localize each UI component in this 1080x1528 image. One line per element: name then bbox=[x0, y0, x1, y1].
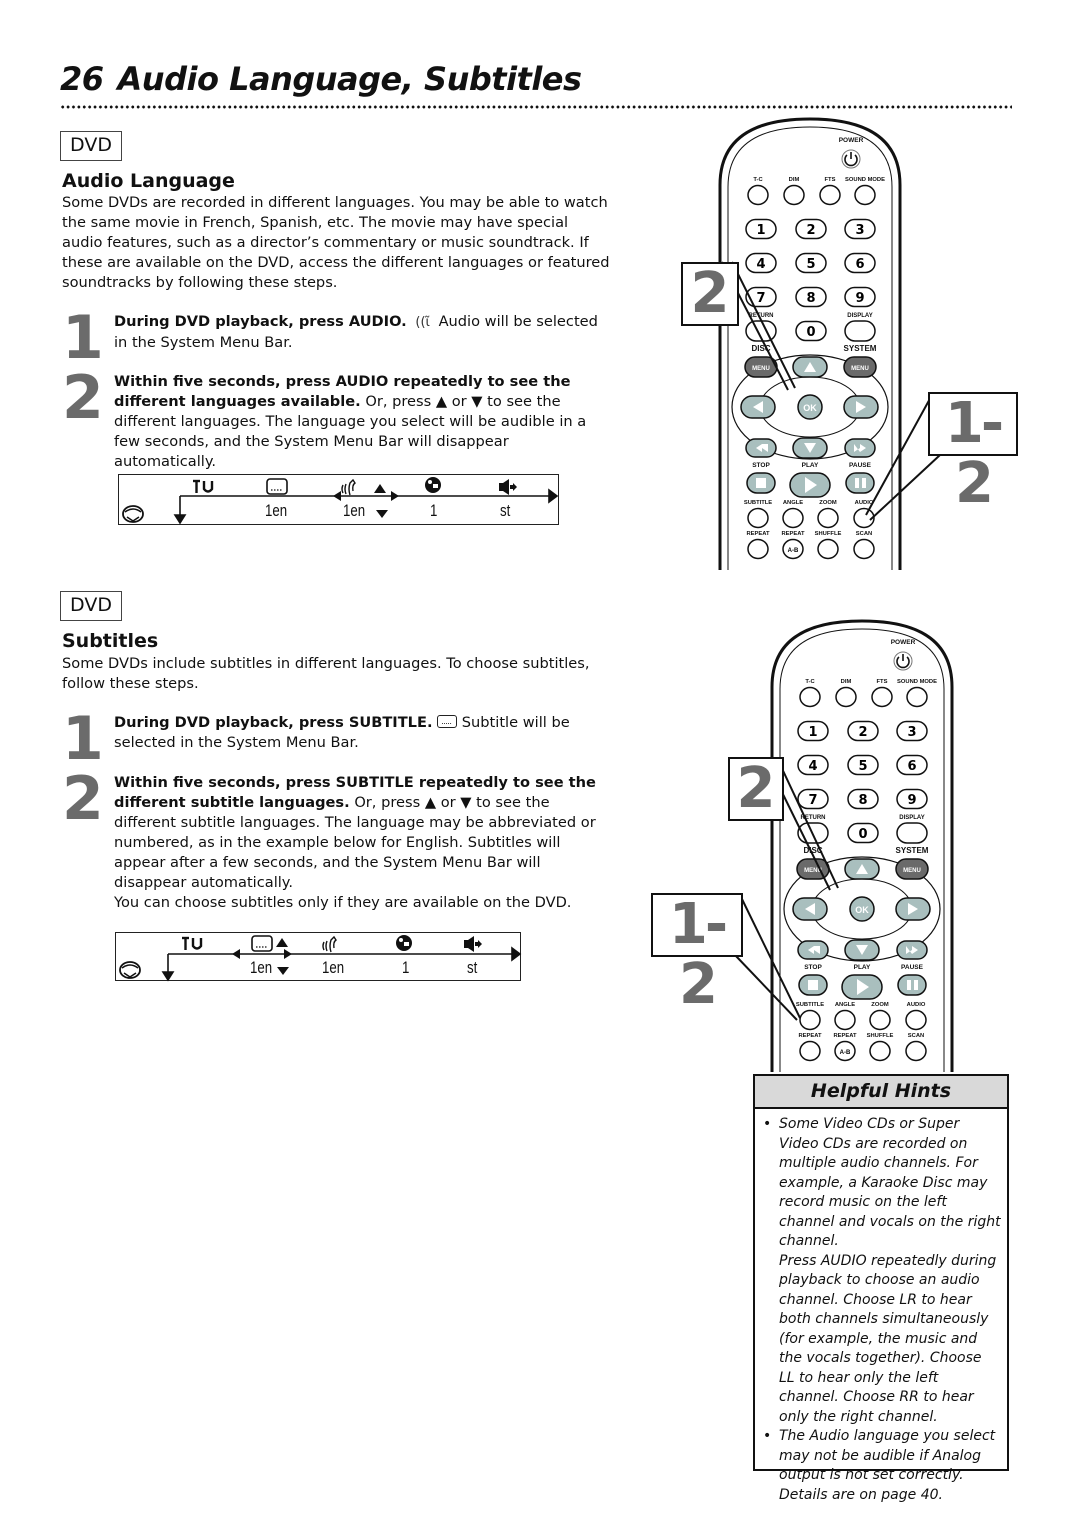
leader-line bbox=[777, 759, 839, 889]
callout-step-1-2: 1-2 bbox=[651, 893, 743, 1015]
leader-line bbox=[734, 954, 798, 1021]
hints-title: Helpful Hints bbox=[755, 1076, 1007, 1109]
hint-item: The Audio language you select may not be… bbox=[763, 1427, 1001, 1505]
leader-line bbox=[739, 894, 801, 1019]
leader-line bbox=[731, 261, 796, 389]
hint-text: Some Video CDs or Super Video CDs are re… bbox=[779, 1116, 1001, 1249]
callout-step-2: 2 bbox=[681, 262, 739, 326]
callout-step-2: 2 bbox=[728, 757, 784, 821]
leader-line bbox=[865, 394, 933, 516]
helpful-hints-box: Helpful Hints Some Video CDs or Super Vi… bbox=[753, 1074, 1009, 1503]
hint-item: Some Video CDs or Super Video CDs are re… bbox=[763, 1115, 1001, 1427]
callout-step-1-2: 1-2 bbox=[928, 392, 1018, 514]
hints-list: Some Video CDs or Super Video CDs are re… bbox=[755, 1109, 1007, 1505]
hint-continuation: Press AUDIO repeatedly during playback t… bbox=[779, 1252, 997, 1425]
hint-text: The Audio language you select may not be… bbox=[779, 1428, 996, 1503]
